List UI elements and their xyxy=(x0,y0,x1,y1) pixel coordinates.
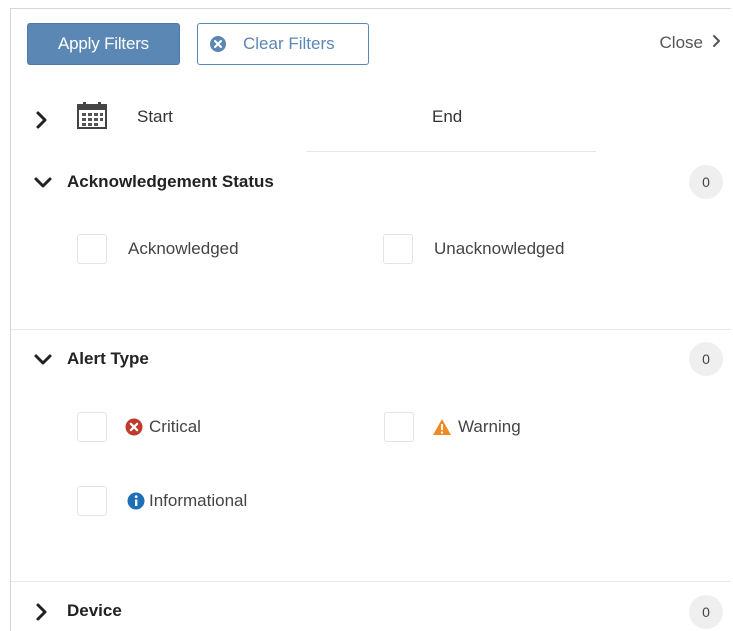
clear-filters-label: Clear Filters xyxy=(243,34,335,53)
ack-status-title[interactable]: Acknowledgement Status xyxy=(67,172,274,192)
info-circle-icon xyxy=(127,492,145,510)
warning-checkbox[interactable] xyxy=(384,412,414,442)
end-date-label[interactable]: End xyxy=(432,107,462,127)
ack-option-unacknowledged[interactable]: Unacknowledged xyxy=(383,234,564,264)
collapse-ack-chevron-icon[interactable] xyxy=(33,176,53,195)
alert-type-count-badge: 0 xyxy=(689,342,723,376)
alert-option-informational[interactable]: Informational xyxy=(77,486,247,516)
ack-status-section: Acknowledgement Status 0 Acknowledged Un… xyxy=(11,165,731,330)
unacknowledged-label: Unacknowledged xyxy=(434,239,565,258)
acknowledged-label: Acknowledged xyxy=(128,239,239,258)
calendar-icon[interactable] xyxy=(77,101,107,134)
expand-device-chevron-icon[interactable] xyxy=(35,602,49,627)
apply-filters-label: Apply Filters xyxy=(58,34,149,53)
error-circle-icon xyxy=(125,418,143,436)
critical-label: Critical xyxy=(149,417,201,436)
chevron-right-icon xyxy=(712,33,721,53)
critical-checkbox[interactable] xyxy=(77,412,107,442)
alert-option-warning[interactable]: Warning xyxy=(384,412,521,442)
section-divider xyxy=(11,329,731,330)
close-label: Close xyxy=(659,33,703,52)
close-panel-link[interactable]: Close xyxy=(660,33,721,53)
unacknowledged-checkbox[interactable] xyxy=(383,234,413,264)
ack-count-badge: 0 xyxy=(689,165,723,199)
device-section: Device 0 xyxy=(11,594,731,631)
section-divider xyxy=(11,581,731,582)
clear-filters-button[interactable]: Clear Filters xyxy=(197,23,369,65)
expand-date-chevron-icon[interactable] xyxy=(35,110,49,135)
warning-triangle-icon xyxy=(432,418,452,436)
ack-option-acknowledged[interactable]: Acknowledged xyxy=(77,234,239,264)
device-count-badge: 0 xyxy=(689,595,723,629)
informational-checkbox[interactable] xyxy=(77,486,107,516)
clear-circle-icon xyxy=(210,36,226,52)
acknowledged-checkbox[interactable] xyxy=(77,234,107,264)
collapse-alert-type-chevron-icon[interactable] xyxy=(33,353,53,372)
warning-label: Warning xyxy=(458,417,521,436)
alert-option-critical[interactable]: Critical xyxy=(77,412,201,442)
filter-panel: Apply Filters Clear Filters Close Start … xyxy=(10,8,731,631)
filter-toolbar: Apply Filters Clear Filters Close xyxy=(11,9,731,79)
date-range-row: Start End xyxy=(11,101,731,153)
informational-label: Informational xyxy=(149,491,248,510)
date-divider xyxy=(306,151,596,152)
device-title[interactable]: Device xyxy=(67,601,122,621)
alert-type-title[interactable]: Alert Type xyxy=(67,349,149,369)
start-date-label[interactable]: Start xyxy=(137,107,173,127)
alert-type-section: Alert Type 0 Critical Warning Informatio… xyxy=(11,342,731,582)
apply-filters-button[interactable]: Apply Filters xyxy=(27,23,180,65)
